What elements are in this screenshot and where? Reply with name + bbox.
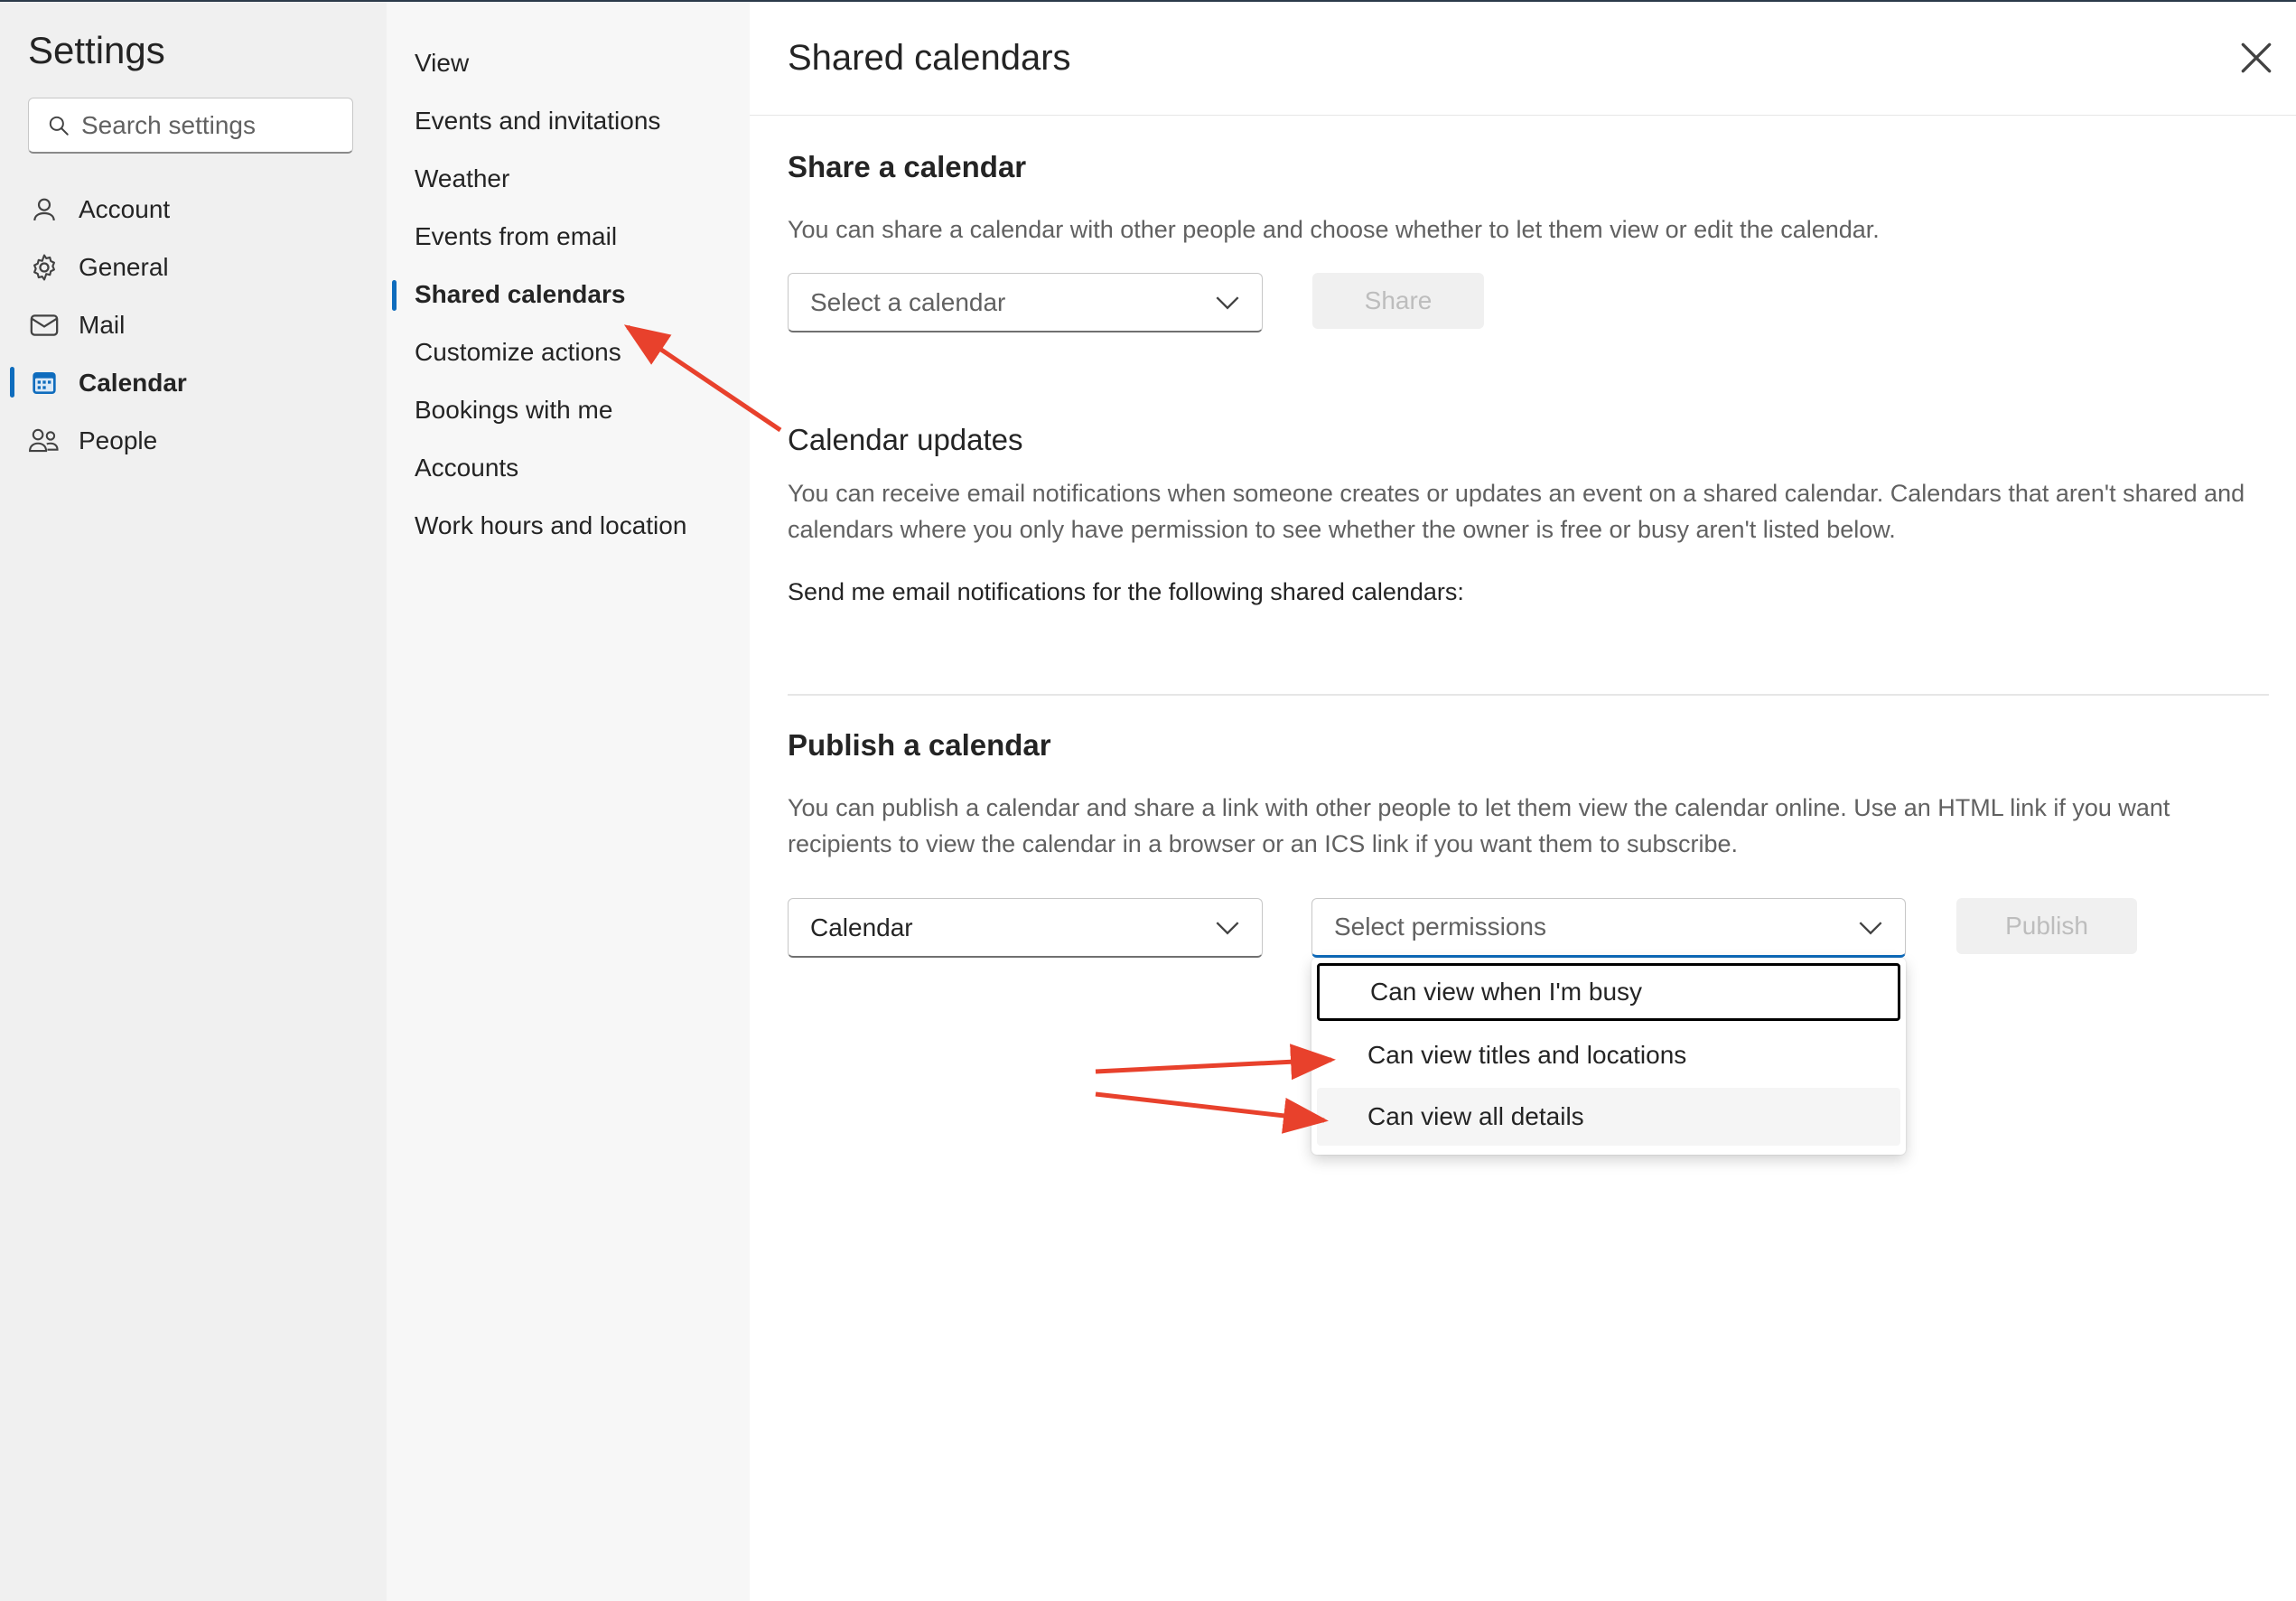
search-placeholder: Search settings — [81, 110, 256, 139]
sidebar-item-general[interactable]: General — [28, 242, 371, 293]
subnav-item-weather[interactable]: Weather — [415, 156, 509, 201]
panel-header: Shared calendars — [750, 2, 2296, 116]
subnav-item-work-hours-location[interactable]: Work hours and location — [415, 503, 686, 548]
permissions-menu: Can view when I'm busy Can view titles a… — [1311, 958, 1906, 1155]
chevron-down-icon — [1216, 922, 1239, 935]
sidebar-item-mail[interactable]: Mail — [28, 300, 371, 351]
publish-calendar-value: Calendar — [810, 913, 913, 941]
sidebar-item-label: Mail — [79, 311, 126, 339]
share-description: You can share a calendar with other peop… — [788, 216, 1880, 243]
chevron-down-icon — [1859, 922, 1882, 935]
people-icon — [28, 425, 61, 457]
subnav-item-events-invitations[interactable]: Events and invitations — [415, 98, 660, 144]
search-settings-input[interactable]: Search settings — [28, 98, 353, 154]
sidebar-item-label: General — [79, 253, 169, 281]
updates-description: You can receive email notifications when… — [788, 480, 2245, 543]
updates-section-title: Calendar updates — [788, 423, 1023, 456]
subnav-item-accounts[interactable]: Accounts — [415, 445, 518, 491]
search-icon — [49, 116, 69, 136]
share-button[interactable]: Share — [1312, 273, 1484, 329]
active-indicator — [392, 280, 397, 311]
subnav-item-customize-actions[interactable]: Customize actions — [415, 330, 621, 375]
close-icon[interactable] — [2236, 38, 2276, 78]
active-indicator — [10, 367, 14, 398]
sidebar-item-account[interactable]: Account — [28, 184, 371, 235]
select-calendar-placeholder: Select a calendar — [810, 287, 1006, 316]
select-calendar-dropdown[interactable]: Select a calendar — [788, 273, 1263, 332]
person-icon — [28, 193, 61, 226]
publish-button[interactable]: Publish — [1956, 898, 2137, 954]
gear-icon — [28, 251, 61, 284]
main-panel: Shared calendars Share a calendar You ca… — [750, 2, 2296, 1601]
sidebar-item-label: People — [79, 426, 158, 454]
permissions-placeholder: Select permissions — [1334, 913, 1546, 941]
calendar-icon — [28, 367, 61, 399]
option-view-all-details[interactable]: Can view all details — [1317, 1088, 1900, 1146]
option-view-when-busy[interactable]: Can view when I'm busy — [1317, 963, 1900, 1021]
publish-section-title: Publish a calendar — [788, 728, 1051, 762]
select-permissions-dropdown[interactable]: Select permissions — [1311, 898, 1906, 958]
settings-title: Settings — [28, 29, 165, 71]
sidebar-item-calendar[interactable]: Calendar — [28, 358, 371, 408]
sidebar-item-label: Calendar — [79, 369, 187, 397]
publish-calendar-dropdown[interactable]: Calendar — [788, 898, 1263, 958]
subnav-item-shared-calendars[interactable]: Shared calendars — [415, 272, 625, 317]
subnav-item-view[interactable]: View — [415, 41, 469, 86]
sidebar-item-label: Account — [79, 195, 171, 223]
sidebar-item-people[interactable]: People — [28, 416, 371, 466]
settings-sidebar: Settings Search settings Account General… — [0, 2, 387, 1601]
mail-icon — [28, 309, 61, 342]
subnav-item-events-from-email[interactable]: Events from email — [415, 214, 617, 259]
section-divider — [788, 694, 2269, 696]
share-section-title: Share a calendar — [788, 150, 1027, 183]
subnav-item-bookings-with-me[interactable]: Bookings with me — [415, 388, 612, 433]
calendar-settings-nav: View Events and invitations Weather Even… — [387, 2, 750, 1601]
publish-description: You can publish a calendar and share a l… — [788, 794, 2170, 857]
page-title: Shared calendars — [788, 38, 1071, 78]
option-view-titles-locations[interactable]: Can view titles and locations — [1317, 1026, 1900, 1084]
notify-label: Send me email notifications for the foll… — [788, 578, 1464, 605]
chevron-down-icon — [1216, 296, 1239, 310]
